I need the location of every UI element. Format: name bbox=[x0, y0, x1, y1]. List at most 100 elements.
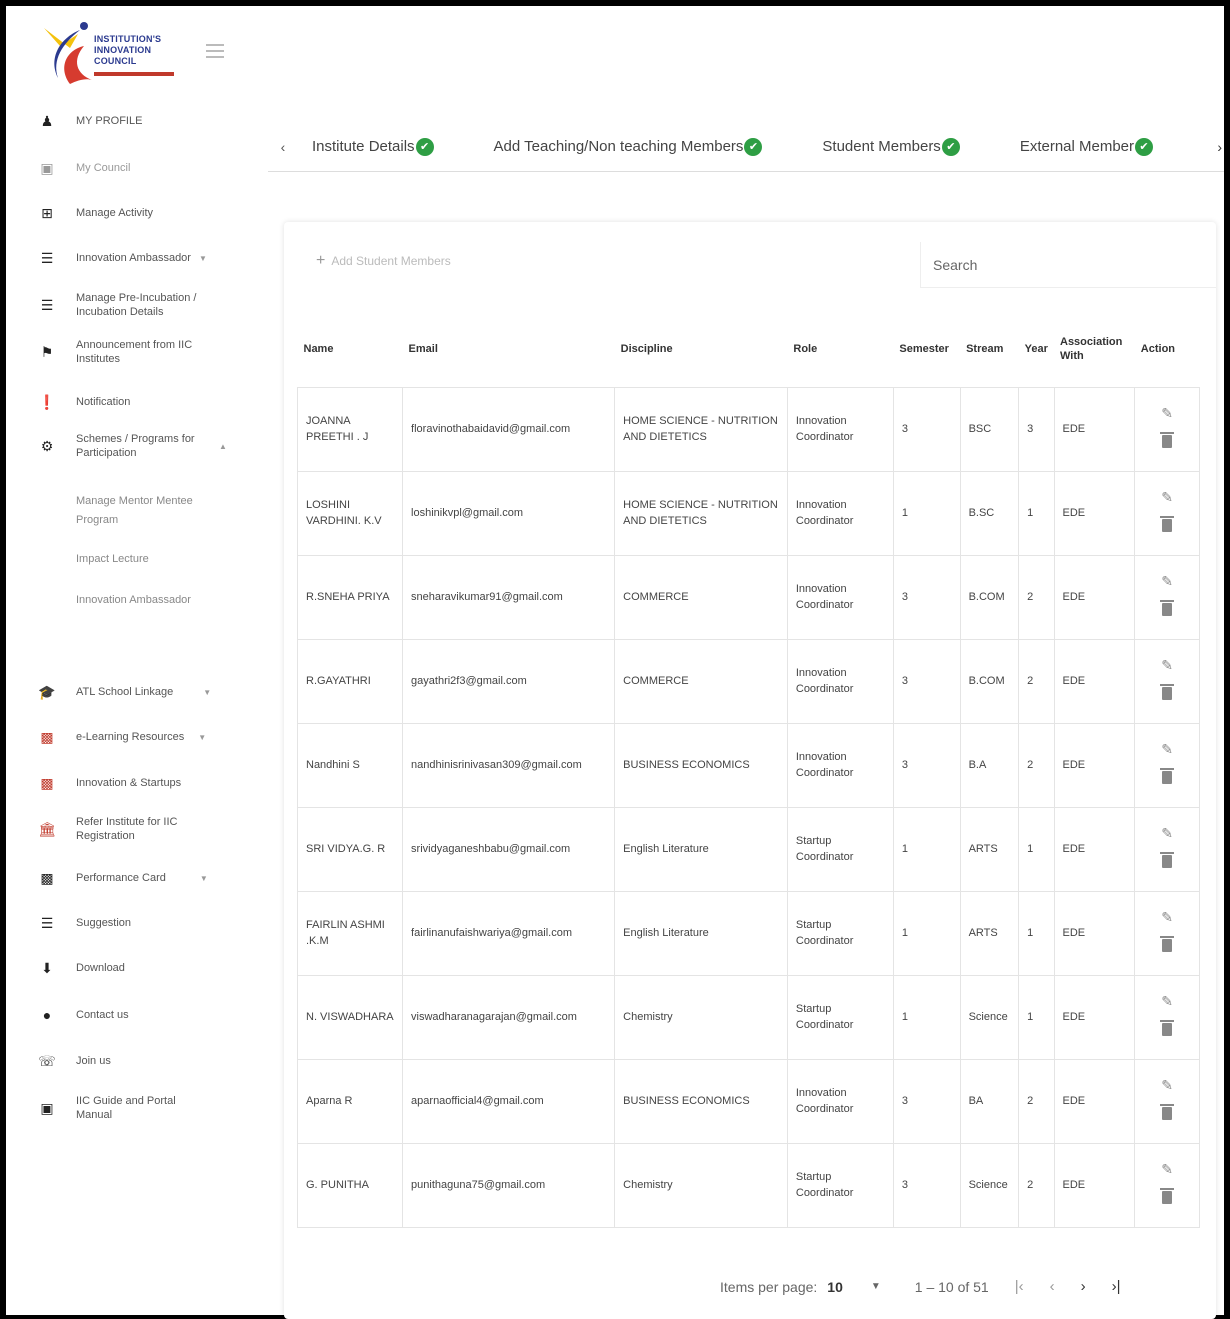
cell-year: 3 bbox=[1018, 386, 1055, 472]
cell-role: Startup Coordinator bbox=[786, 890, 894, 976]
cell-discipline: BUSINESS ECONOMICS bbox=[614, 722, 788, 808]
edit-pencil-icon[interactable]: ✎ bbox=[1135, 1161, 1199, 1177]
delete-trash-icon[interactable] bbox=[1160, 1104, 1175, 1120]
download-icon: ⬇ bbox=[41, 959, 53, 976]
prev-page-icon[interactable]: ‹ bbox=[1050, 1278, 1055, 1295]
sidebar-item-innovation-startups[interactable]: ▩ Innovation & Startups bbox=[36, 774, 236, 792]
delete-trash-icon[interactable] bbox=[1160, 1188, 1175, 1204]
logo-text: INSTITUTION'S INNOVATION COUNCIL bbox=[94, 34, 162, 66]
edit-pencil-icon[interactable]: ✎ bbox=[1135, 1077, 1199, 1093]
sidebar-item-notification[interactable]: ❗ Notification bbox=[36, 393, 236, 411]
cell-stream: ARTS bbox=[959, 890, 1020, 976]
cell-action: ✎ bbox=[1134, 722, 1200, 808]
sidebar-item-download[interactable]: ⬇ Download bbox=[36, 959, 236, 977]
edit-pencil-icon[interactable]: ✎ bbox=[1135, 909, 1199, 925]
sidebar-item-schemes[interactable]: ⚙ Schemes / Programs for Participation ▲ bbox=[36, 432, 236, 460]
sidebar-item-my-profile[interactable]: ♟ MY PROFILE bbox=[36, 112, 236, 130]
cell-association: EDE bbox=[1053, 638, 1136, 724]
page-size-select[interactable]: 10 bbox=[827, 1279, 843, 1295]
add-student-members-button[interactable]: + Add Student Members bbox=[316, 252, 451, 270]
logo-underline bbox=[94, 72, 174, 76]
cell-discipline: COMMERCE bbox=[614, 638, 788, 724]
edit-pencil-icon[interactable]: ✎ bbox=[1135, 405, 1199, 421]
col-email[interactable]: Email bbox=[402, 311, 615, 388]
delete-trash-icon[interactable] bbox=[1160, 852, 1175, 868]
cell-name: SRI VIDYA.G. R bbox=[296, 806, 404, 892]
sidebar-item-guide[interactable]: ▣ IIC Guide and Portal Manual bbox=[36, 1094, 236, 1122]
col-year[interactable]: Year bbox=[1018, 311, 1054, 388]
cell-role: Startup Coordinator bbox=[786, 806, 894, 892]
graduation-cap-icon: 🎓 bbox=[38, 683, 56, 700]
sidebar-subitem-innovation-ambassador[interactable]: Innovation Ambassador bbox=[76, 591, 196, 610]
layers-icon: ☰ bbox=[40, 296, 54, 313]
tab-scroll-left-icon[interactable]: ‹ bbox=[268, 139, 298, 155]
chevron-down-icon[interactable]: ▼ bbox=[871, 1281, 881, 1292]
sidebar-subitem-impact-lecture[interactable]: Impact Lecture bbox=[76, 550, 196, 569]
col-association[interactable]: Association With bbox=[1054, 311, 1135, 388]
sidebar-item-suggestion[interactable]: ☰ Suggestion bbox=[36, 914, 236, 932]
sidebar-item-performance-card[interactable]: ▩ Performance Card ▼ bbox=[36, 869, 236, 887]
edit-pencil-icon[interactable]: ✎ bbox=[1135, 825, 1199, 841]
sidebar-item-elearning[interactable]: ▩ e-Learning Resources ▼ bbox=[36, 728, 236, 746]
gears-icon: ⚙ bbox=[40, 437, 54, 454]
delete-trash-icon[interactable] bbox=[1160, 1020, 1175, 1036]
delete-trash-icon[interactable] bbox=[1160, 432, 1175, 448]
sidebar-subitem-mentor[interactable]: Manage Mentor Mentee Program bbox=[76, 492, 196, 530]
cell-semester: 3 bbox=[892, 1058, 961, 1144]
delete-trash-icon[interactable] bbox=[1160, 936, 1175, 952]
sidebar-item-refer-institute[interactable]: 🏛 Refer Institute for IIC Registration bbox=[36, 815, 236, 843]
cell-role: Innovation Coordinator bbox=[786, 554, 894, 640]
sidebar-item-join[interactable]: ☏ Join us bbox=[36, 1052, 236, 1070]
last-page-icon[interactable]: ›| bbox=[1112, 1278, 1121, 1295]
tab-teaching-members[interactable]: Add Teaching/Non teaching Members ✔ bbox=[494, 137, 763, 156]
cell-role: Innovation Coordinator bbox=[786, 386, 894, 472]
cell-discipline: BUSINESS ECONOMICS bbox=[614, 1058, 788, 1144]
sidebar-item-announcement[interactable]: ⚑ Announcement from IIC Institutes bbox=[36, 338, 236, 366]
first-page-icon[interactable]: |‹ bbox=[1015, 1278, 1024, 1295]
table-row: SRI VIDYA.G. Rsrividyaganeshbabu@gmail.c… bbox=[296, 806, 1200, 892]
cell-email: punithaguna75@gmail.com bbox=[402, 1142, 616, 1228]
tab-institute-details[interactable]: Institute Details ✔ bbox=[312, 137, 434, 156]
delete-trash-icon[interactable] bbox=[1160, 516, 1175, 532]
search-input[interactable] bbox=[921, 242, 1216, 287]
step-tabs: ‹ Institute Details ✔ Add Teaching/Non te… bbox=[268, 122, 1224, 172]
delete-trash-icon[interactable] bbox=[1160, 768, 1175, 784]
col-discipline[interactable]: Discipline bbox=[614, 311, 788, 388]
delete-trash-icon[interactable] bbox=[1160, 600, 1175, 616]
col-name[interactable]: Name bbox=[297, 311, 403, 388]
cell-action: ✎ bbox=[1134, 806, 1200, 892]
edit-pencil-icon[interactable]: ✎ bbox=[1135, 657, 1199, 673]
cell-discipline: Chemistry bbox=[614, 1142, 788, 1228]
sidebar-item-contact[interactable]: ● Contact us bbox=[36, 1006, 236, 1024]
cell-association: EDE bbox=[1053, 722, 1136, 808]
col-semester[interactable]: Semester bbox=[893, 311, 961, 388]
edit-pencil-icon[interactable]: ✎ bbox=[1135, 741, 1199, 757]
sidebar-item-my-council[interactable]: ▣ My Council bbox=[36, 159, 236, 177]
col-role[interactable]: Role bbox=[787, 311, 894, 388]
sidebar-item-innovation-ambassador[interactable]: ☰ Innovation Ambassador ▼ bbox=[36, 249, 236, 267]
sidebar-item-atl-school[interactable]: 🎓 ATL School Linkage ▼ bbox=[36, 683, 236, 701]
cell-semester: 3 bbox=[892, 386, 961, 472]
cell-name: Nandhini S bbox=[296, 722, 404, 808]
tab-scroll-right-icon[interactable]: › bbox=[1217, 139, 1222, 155]
edit-pencil-icon[interactable]: ✎ bbox=[1135, 993, 1199, 1009]
tab-student-members[interactable]: Student Members ✔ bbox=[822, 137, 960, 156]
sidebar-item-pre-incubation[interactable]: ☰ Manage Pre-Incubation / Incubation Det… bbox=[36, 291, 236, 319]
tab-external-member[interactable]: External Member ✔ bbox=[1020, 137, 1154, 156]
edit-pencil-icon[interactable]: ✎ bbox=[1135, 489, 1199, 505]
items-per-page-label: Items per page: bbox=[720, 1278, 818, 1295]
cell-association: EDE bbox=[1053, 1142, 1136, 1228]
cell-association: EDE bbox=[1053, 806, 1136, 892]
hamburger-menu-icon[interactable] bbox=[206, 44, 224, 58]
book-icon: ▣ bbox=[40, 1099, 54, 1116]
cell-name: N. VISWADHARA bbox=[296, 974, 404, 1060]
megaphone-icon: ⚑ bbox=[40, 343, 54, 360]
cell-discipline: COMMERCE bbox=[614, 554, 788, 640]
next-page-icon[interactable]: › bbox=[1081, 1278, 1086, 1295]
cell-year: 1 bbox=[1018, 974, 1055, 1060]
sidebar-item-manage-activity[interactable]: ⊞ Manage Activity bbox=[36, 204, 236, 222]
delete-trash-icon[interactable] bbox=[1160, 684, 1175, 700]
edit-pencil-icon[interactable]: ✎ bbox=[1135, 573, 1199, 589]
cell-role: Innovation Coordinator bbox=[786, 722, 894, 808]
col-stream[interactable]: Stream bbox=[960, 311, 1019, 388]
